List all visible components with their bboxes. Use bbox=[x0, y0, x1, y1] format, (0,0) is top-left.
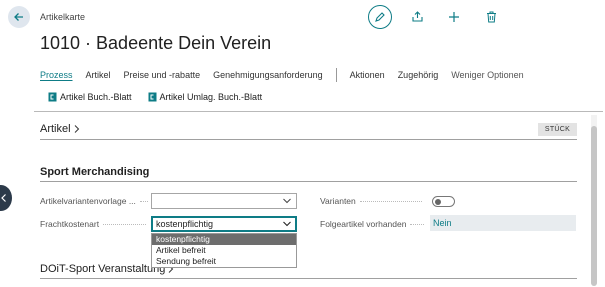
menu-item-genehmigung[interactable]: Genehmigungsanforderung bbox=[213, 70, 323, 80]
top-action-bar bbox=[368, 5, 516, 29]
varianten-toggle[interactable] bbox=[432, 196, 455, 207]
new-button[interactable] bbox=[442, 5, 466, 29]
unit-badge: STÜCK bbox=[538, 123, 577, 136]
frachtkostenart-dropdown-list: kostenpflichtig Artikel befreit Sendung … bbox=[151, 233, 297, 268]
artikel-buch-blatt-button[interactable]: Artikel Buch.-Blatt bbox=[48, 92, 132, 102]
plus-icon bbox=[449, 12, 459, 22]
chevron-down-icon bbox=[283, 198, 291, 204]
artikel-buch-blatt-label: Artikel Buch.-Blatt bbox=[60, 92, 132, 102]
field-artikelvariantenvorlage-label: Artikelvariantenvorlage ... bbox=[40, 196, 148, 206]
back-button[interactable] bbox=[8, 6, 30, 28]
group-sport-divider bbox=[40, 181, 577, 182]
dropdown-option-artikel-befreit[interactable]: Artikel befreit bbox=[152, 245, 296, 256]
section-artikel-header[interactable]: Artikel bbox=[40, 123, 81, 135]
menu-divider bbox=[335, 68, 337, 82]
artikelvariantenvorlage-select[interactable] bbox=[151, 193, 297, 209]
folgeartikel-value-field: Nein bbox=[430, 215, 576, 231]
artikel-umlag-buch-blatt-label: Artikel Umlag. Buch.-Blatt bbox=[159, 92, 263, 102]
field-frachtkostenart-label: Frachtkostenart bbox=[40, 219, 147, 229]
folgeartikel-value: Nein bbox=[433, 218, 452, 228]
field-folgeartikel-text: Folgeartikel vorhanden bbox=[320, 219, 407, 229]
delete-button[interactable] bbox=[479, 5, 503, 29]
trash-icon bbox=[486, 11, 496, 23]
share-icon bbox=[411, 11, 423, 22]
frachtkostenart-select[interactable]: kostenpflichtig bbox=[151, 216, 297, 232]
toggle-knob bbox=[435, 199, 441, 205]
arrow-left-icon bbox=[14, 13, 23, 21]
field-dots bbox=[359, 200, 422, 202]
section-doit-divider bbox=[40, 278, 577, 279]
chevron-left-icon bbox=[1, 194, 6, 202]
dropdown-option-sendung-befreit[interactable]: Sendung befreit bbox=[152, 256, 296, 267]
section-doit-title: DOiT-Sport Veranstaltung bbox=[40, 263, 166, 275]
menu-item-preise[interactable]: Preise und -rabatte bbox=[124, 70, 201, 80]
chevron-down-icon bbox=[283, 221, 291, 227]
menu-item-artikel[interactable]: Artikel bbox=[86, 70, 111, 80]
group-sport-merchandising-title: Sport Merchandising bbox=[40, 166, 150, 178]
menu-item-aktionen[interactable]: Aktionen bbox=[350, 70, 385, 80]
sub-action-bar: Artikel Buch.-Blatt Artikel Umlag. Buch.… bbox=[48, 92, 278, 102]
share-button[interactable] bbox=[405, 5, 429, 29]
menu-item-zugehoerig[interactable]: Zugehörig bbox=[398, 70, 439, 80]
journal-icon bbox=[48, 92, 57, 102]
field-dots bbox=[139, 200, 148, 202]
page-title: 1010 · Badeente Dein Verein bbox=[40, 33, 272, 53]
dropdown-option-kostenpflichtig[interactable]: kostenpflichtig bbox=[152, 234, 296, 245]
header-divider bbox=[34, 111, 603, 112]
artikel-umlag-buch-blatt-button[interactable]: Artikel Umlag. Buch.-Blatt bbox=[148, 92, 263, 102]
menu-item-prozess[interactable]: Prozess bbox=[40, 70, 73, 80]
menu-item-weniger-optionen[interactable]: Weniger Optionen bbox=[451, 70, 523, 80]
journal-icon bbox=[148, 92, 157, 102]
field-artikelvariantenvorlage-text: Artikelvariantenvorlage ... bbox=[40, 196, 136, 206]
side-panel-toggle-button[interactable] bbox=[0, 185, 12, 211]
field-folgeartikel-label: Folgeartikel vorhanden bbox=[320, 219, 425, 229]
field-frachtkostenart-text: Frachtkostenart bbox=[40, 219, 100, 229]
action-menu-bar: Prozess Artikel Preise und -rabatte Gene… bbox=[40, 65, 581, 85]
field-varianten-label: Varianten bbox=[320, 196, 422, 206]
page-caption: Artikelkarte bbox=[40, 12, 86, 22]
scrollbar-thumb[interactable] bbox=[591, 126, 597, 286]
section-artikel-title: Artikel bbox=[40, 123, 71, 135]
pencil-icon bbox=[375, 12, 385, 22]
edit-button[interactable] bbox=[368, 5, 392, 29]
section-artikel-divider bbox=[40, 139, 577, 140]
field-dots bbox=[103, 223, 147, 225]
field-dots bbox=[410, 223, 425, 225]
field-varianten-text: Varianten bbox=[320, 196, 356, 206]
frachtkostenart-value: kostenpflichtig bbox=[156, 219, 214, 229]
chevron-right-icon bbox=[74, 125, 79, 133]
